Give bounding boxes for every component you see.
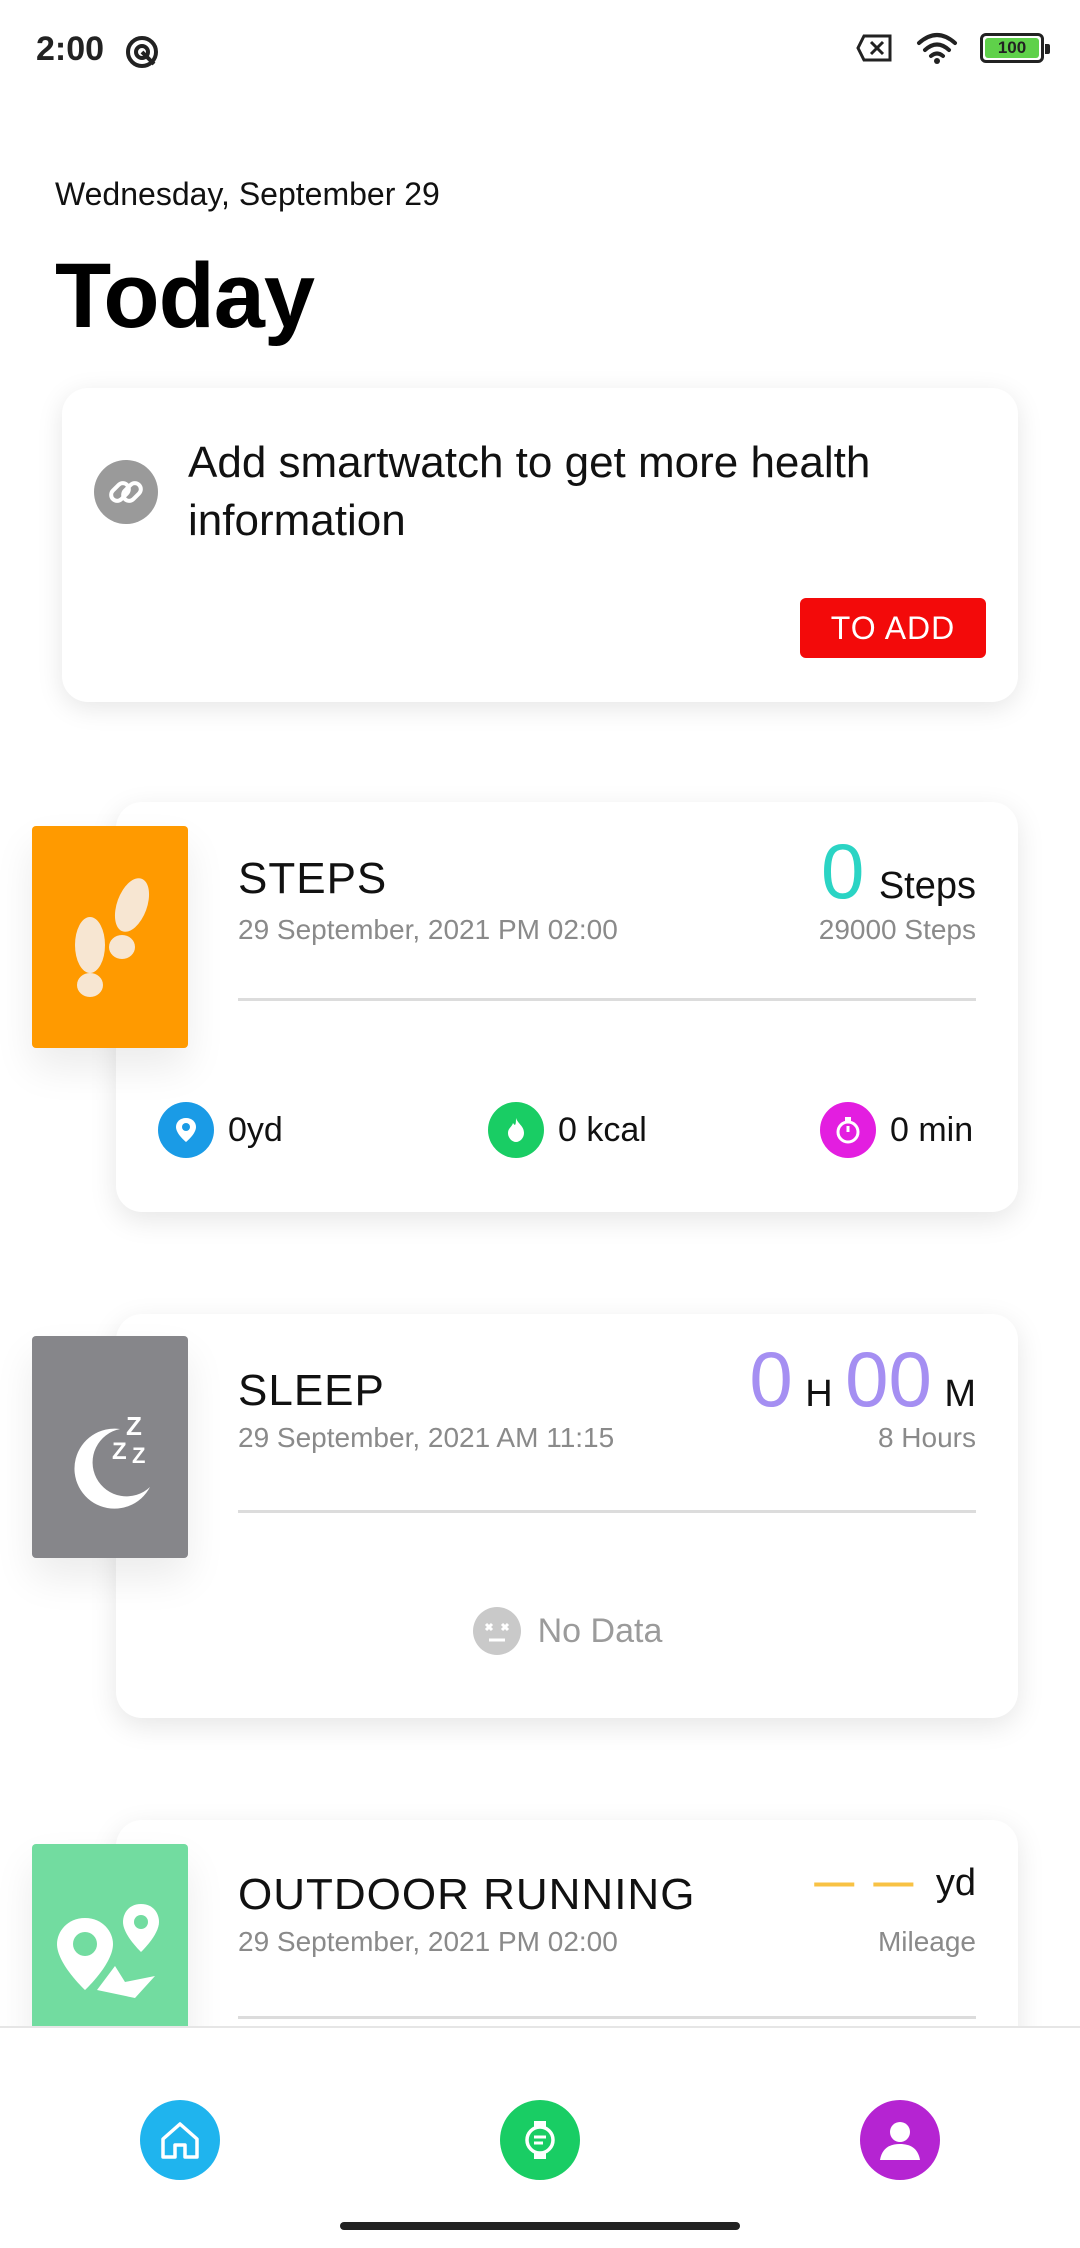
empty-face-icon [472, 1607, 521, 1655]
no-data-label: No Data [537, 1611, 663, 1650]
running-divider [238, 2016, 976, 2019]
sleep-title: SLEEP [238, 1366, 385, 1415]
add-smartwatch-message: Add smartwatch to get more health inform… [188, 438, 871, 545]
profile-icon [880, 2122, 920, 2160]
home-indicator [340, 2222, 740, 2230]
running-title: OUTDOOR RUNNING [238, 1870, 696, 1919]
nav-home[interactable] [140, 2100, 220, 2180]
sleep-divider [238, 1510, 976, 1513]
svg-text:Z: Z [112, 1438, 127, 1465]
link-icon [94, 460, 158, 524]
steps-tile [32, 826, 188, 1048]
status-bar: 2:00 100 [0, 0, 1080, 100]
wifi-icon [917, 33, 957, 64]
watch-icon [525, 2121, 555, 2159]
footprints-icon [75, 878, 150, 997]
moon-sleep-icon: Z Z Z [74, 1411, 150, 1509]
bottom-nav [0, 2026, 1080, 2248]
nav-profile[interactable] [860, 2100, 940, 2180]
svg-text:Z: Z [132, 1443, 145, 1468]
running-unit: yd [935, 1862, 976, 1904]
location-icon [158, 1102, 214, 1158]
to-add-button[interactable]: TO ADD [800, 598, 986, 658]
calories-stat: 0 kcal [488, 1102, 647, 1158]
running-label: Mileage [877, 1926, 976, 1957]
steps-card[interactable]: STEPS 29 September, 2021 PM 02:00 0 Step… [32, 802, 1018, 1212]
battery-level: 100 [985, 38, 1039, 58]
steps-timestamp: 29 September, 2021 PM 02:00 [238, 914, 618, 945]
status-time: 2:00 [36, 30, 105, 68]
running-value: — — [814, 1860, 918, 1904]
flame-icon [488, 1102, 544, 1158]
running-timestamp: 29 September, 2021 PM 02:00 [238, 1926, 618, 1957]
map-pins-icon [57, 1904, 159, 1998]
no-sim-icon [856, 34, 892, 62]
home-icon [161, 2122, 199, 2159]
steps-divider [238, 998, 976, 1001]
distance-stat: 0yd [158, 1102, 283, 1158]
steps-value: 0 [820, 827, 865, 915]
add-smartwatch-card[interactable]: Add smartwatch to get more health inform… [62, 388, 1018, 702]
steps-unit: Steps [878, 865, 976, 907]
current-date: Wednesday, September 29 [55, 176, 440, 212]
running-value-group: — — yd [814, 1860, 976, 1905]
sleep-minutes: 00 [845, 1335, 932, 1423]
stopwatch-icon [820, 1102, 876, 1158]
do-not-disturb-icon [126, 36, 158, 68]
sleep-tile: Z Z Z [32, 1336, 188, 1558]
sleep-card[interactable]: Z Z Z SLEEP 29 September, 2021 AM 11:15 … [32, 1314, 1018, 1718]
steps-title: STEPS [238, 854, 388, 903]
sleep-value-group: 0 H 00 M [749, 1334, 976, 1425]
status-icons: 100 [856, 32, 1050, 64]
nav-device[interactable] [500, 2100, 580, 2180]
steps-goal: 29000 Steps [818, 914, 976, 945]
battery-icon: 100 [980, 33, 1050, 63]
sleep-hours-unit: H [805, 1373, 833, 1415]
calories-value: 0 kcal [558, 1110, 647, 1149]
sleep-goal: 8 Hours [877, 1422, 976, 1453]
sleep-minutes-unit: M [944, 1373, 976, 1415]
distance-value: 0yd [228, 1110, 283, 1149]
sleep-timestamp: 29 September, 2021 AM 11:15 [238, 1422, 615, 1453]
svg-text:Z: Z [126, 1411, 142, 1441]
steps-value-group: 0 Steps [821, 826, 976, 917]
sleep-hours: 0 [749, 1335, 793, 1423]
duration-stat: 0 min [820, 1102, 973, 1158]
duration-value: 0 min [890, 1110, 974, 1149]
page-title: Today [55, 245, 315, 347]
sleep-no-data: No Data [116, 1606, 1018, 1656]
